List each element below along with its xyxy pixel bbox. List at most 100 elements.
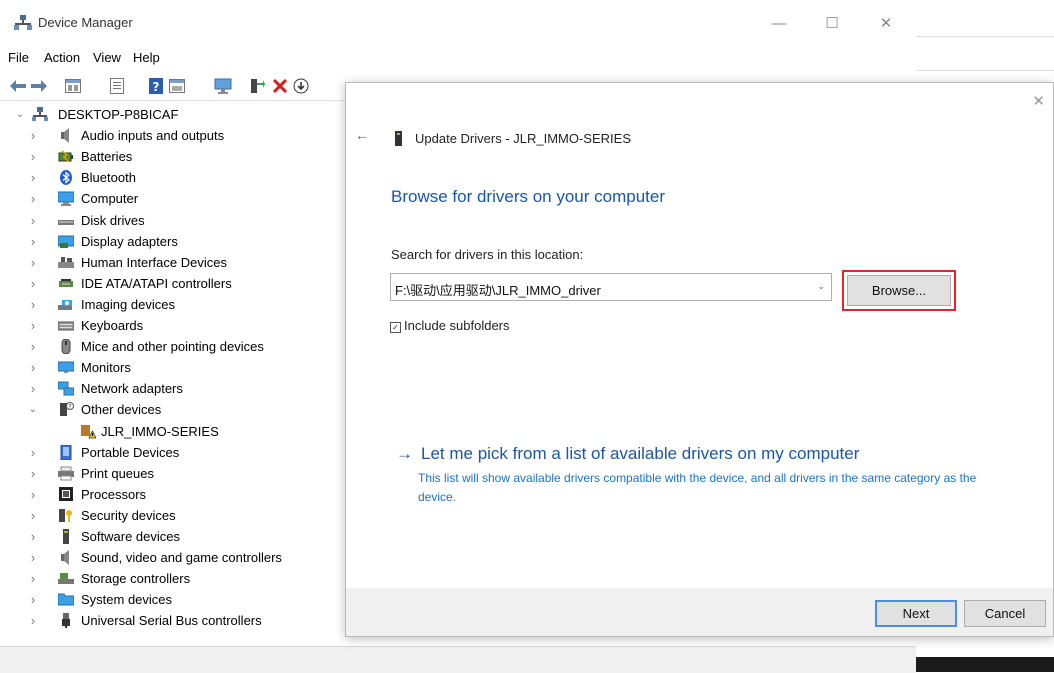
status-bar	[0, 646, 916, 673]
computer-network-icon	[32, 107, 48, 122]
chevron-right-icon[interactable]: ›	[28, 315, 38, 336]
portable-device-icon	[58, 444, 74, 461]
tree-item-label: Imaging devices	[81, 297, 175, 312]
speaker-icon	[58, 550, 74, 565]
ide-controller-icon	[58, 276, 74, 291]
dialog-title: Update Drivers - JLR_IMMO-SERIES	[415, 131, 631, 146]
tree-item-label: Print queues	[81, 466, 154, 481]
driver-path-combobox[interactable]: F:\驱动\应用驱动\JLR_IMMO_driver ⌄	[390, 273, 832, 301]
scan-hardware-icon[interactable]	[214, 78, 232, 94]
close-button[interactable]: ✕	[873, 10, 899, 36]
tree-item-label: Other devices	[81, 402, 162, 417]
tree-item-label: Mice and other pointing devices	[81, 339, 264, 354]
chevron-right-icon[interactable]: ›	[28, 547, 38, 568]
tree-item-label: Audio inputs and outputs	[81, 128, 225, 143]
unknown-device-icon: ?	[58, 402, 74, 417]
chevron-right-icon[interactable]: ›	[28, 610, 38, 631]
folder-icon	[57, 592, 75, 607]
dialog-back-button[interactable]: ←	[355, 127, 369, 143]
pick-driver-link[interactable]: → Let me pick from a list of available dr…	[396, 444, 859, 464]
browse-button[interactable]: Browse...	[847, 275, 951, 306]
svg-text:?: ?	[153, 80, 160, 94]
tree-item-label: Human Interface Devices	[81, 255, 227, 270]
tree-item-label: Disk drives	[81, 213, 145, 228]
view-icon[interactable]	[168, 78, 186, 94]
cancel-button[interactable]: Cancel	[964, 600, 1046, 627]
tree-item-label: Network adapters	[81, 381, 183, 396]
menu-help[interactable]: Help	[133, 50, 160, 65]
battery-icon	[58, 149, 74, 164]
window-title: Device Manager	[38, 15, 133, 30]
checkbox-checked-icon[interactable]: ✓	[390, 322, 401, 333]
camera-icon	[58, 297, 74, 312]
svg-text:?: ?	[68, 404, 71, 411]
device-manager-icon	[13, 15, 33, 31]
speaker-icon	[58, 128, 74, 143]
device-icon	[394, 131, 403, 146]
chevron-right-icon[interactable]: ›	[28, 526, 38, 547]
uninstall-x-icon[interactable]	[271, 78, 289, 94]
chevron-right-icon[interactable]: ›	[28, 167, 38, 188]
chevron-right-icon[interactable]: ›	[28, 252, 38, 273]
disk-drive-icon	[58, 213, 74, 228]
tree-item-label: Processors	[81, 487, 147, 502]
back-arrow-icon[interactable]	[9, 78, 27, 94]
update-drivers-dialog: ✕ ← Update Drivers - JLR_IMMO-SERIES Bro…	[345, 82, 1054, 637]
driver-path-value: F:\驱动\应用驱动\JLR_IMMO_driver	[395, 283, 601, 298]
update-driver-icon[interactable]	[248, 78, 266, 94]
console-tree-icon[interactable]	[64, 78, 82, 94]
chevron-right-icon[interactable]: ›	[28, 294, 38, 315]
tree-item-label: Monitors	[81, 360, 131, 375]
chevron-right-icon[interactable]: ›	[28, 210, 38, 231]
taskbar-edge	[916, 657, 1054, 672]
chevron-right-icon[interactable]: ›	[28, 146, 38, 167]
chevron-right-icon[interactable]: ›	[28, 505, 38, 526]
usb-icon	[58, 613, 74, 628]
chevron-right-icon[interactable]: ›	[28, 442, 38, 463]
chevron-right-icon[interactable]: ›	[28, 273, 38, 294]
chevron-right-icon[interactable]: ›	[28, 378, 38, 399]
security-icon	[58, 508, 74, 523]
chevron-down-icon[interactable]: ⌄	[15, 104, 25, 125]
chevron-down-icon[interactable]: ⌄	[817, 281, 825, 292]
forward-arrow-icon[interactable]	[30, 78, 48, 94]
include-subfolders-label: Include subfolders	[404, 318, 510, 333]
menu-action[interactable]: Action	[44, 50, 80, 65]
menu-file[interactable]: File	[8, 50, 29, 65]
maximize-button[interactable]: ☐	[819, 10, 845, 36]
background-window-edge	[916, 36, 1054, 37]
tree-item-label: JLR_IMMO-SERIES	[101, 424, 219, 439]
pick-driver-link-text[interactable]: Let me pick from a list of available dri…	[421, 444, 859, 463]
tree-item-label: System devices	[81, 592, 173, 607]
menu-bar: File Action View Help	[0, 48, 916, 70]
title-bar: Device Manager — ☐ ✕	[0, 0, 916, 46]
chevron-right-icon[interactable]: ›	[28, 125, 38, 146]
include-subfolders-checkbox[interactable]: ✓ Include subfolders	[390, 318, 510, 333]
tree-item-label: IDE ATA/ATAPI controllers	[81, 276, 232, 291]
enable-device-icon[interactable]	[292, 78, 310, 94]
storage-icon	[58, 571, 74, 586]
background-window-edge	[916, 70, 1054, 71]
arrow-right-icon: →	[396, 444, 413, 463]
chevron-right-icon[interactable]: ›	[28, 231, 38, 252]
chevron-right-icon[interactable]: ›	[28, 463, 38, 484]
chevron-right-icon[interactable]: ›	[28, 484, 38, 505]
printer-icon	[58, 466, 74, 481]
chevron-down-icon[interactable]: ⌄	[28, 399, 38, 420]
tree-item-label: Batteries	[81, 149, 133, 164]
help-icon[interactable]: ?	[147, 78, 165, 94]
chevron-right-icon[interactable]: ›	[28, 357, 38, 378]
menu-view[interactable]: View	[93, 50, 121, 65]
chevron-right-icon[interactable]: ›	[28, 336, 38, 357]
dialog-heading: Browse for drivers on your computer	[391, 187, 665, 206]
chevron-right-icon[interactable]: ›	[28, 568, 38, 589]
next-button[interactable]: Next	[875, 600, 957, 627]
bluetooth-icon	[58, 170, 74, 185]
processor-icon	[58, 487, 74, 502]
dialog-close-button[interactable]: ✕	[1032, 92, 1045, 110]
keyboard-icon	[57, 318, 75, 333]
minimize-button[interactable]: —	[766, 10, 792, 36]
chevron-right-icon[interactable]: ›	[28, 589, 38, 610]
properties-icon[interactable]	[108, 78, 126, 94]
chevron-right-icon[interactable]: ›	[28, 188, 38, 209]
